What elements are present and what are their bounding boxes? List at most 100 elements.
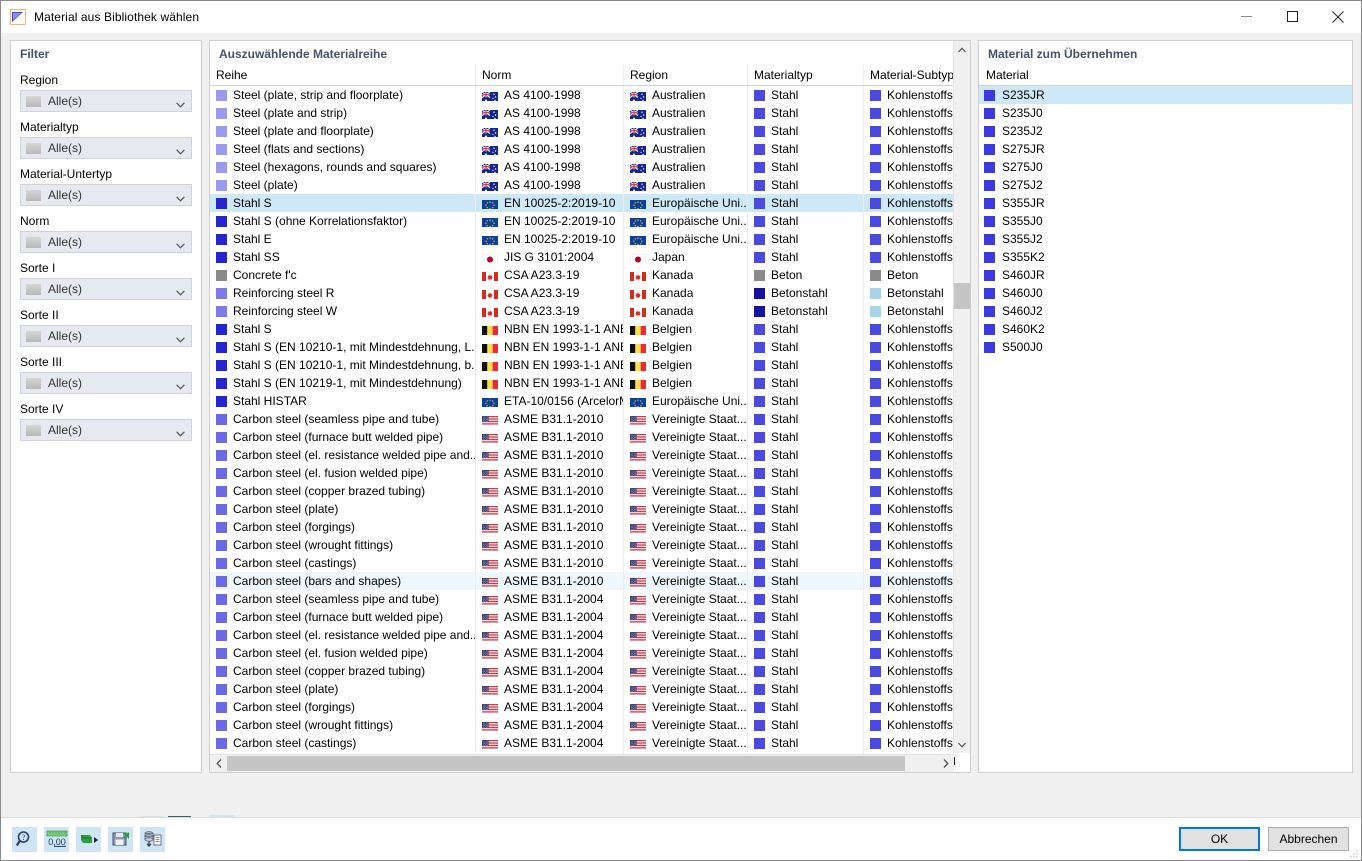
list-item[interactable]: S460JR bbox=[979, 266, 1352, 284]
cell-text: Reinforcing steel W bbox=[233, 304, 338, 318]
ok-button[interactable]: OK bbox=[1179, 827, 1260, 851]
table-row[interactable]: Carbon steel (castings) ASME B31.1-2004 Ve… bbox=[210, 734, 970, 752]
table-row[interactable]: Carbon steel (wrought fittings) ASME B31.… bbox=[210, 716, 970, 734]
chevron-down-icon[interactable] bbox=[176, 332, 185, 343]
scroll-down-arrow[interactable] bbox=[954, 736, 970, 753]
minimize-button[interactable] bbox=[1223, 1, 1269, 32]
scroll-up-arrow[interactable] bbox=[954, 41, 970, 58]
table-row[interactable]: Concrete f'c CSA A23.3-19 Kanada Beton Beton bbox=[210, 266, 970, 284]
magnifier-info-icon[interactable]: ? bbox=[12, 826, 37, 852]
horizontal-scroll-thumb[interactable] bbox=[227, 756, 905, 771]
scroll-right-arrow[interactable] bbox=[937, 755, 954, 772]
table-row[interactable]: Steel (plate and strip) AS 4100-1998 Austr… bbox=[210, 104, 970, 122]
table-row[interactable]: Carbon steel (plate) ASME B31.1-2010 Verei… bbox=[210, 500, 970, 518]
list-item[interactable]: S275J0 bbox=[979, 158, 1352, 176]
table-row[interactable]: Reinforcing steel R CSA A23.3-19 Kanada Bet… bbox=[210, 284, 970, 302]
list-item[interactable]: S355K2 bbox=[979, 248, 1352, 266]
table-row[interactable]: Carbon steel (seamless pipe and tube) ASM… bbox=[210, 590, 970, 608]
cell-text: Kohlenstoffst bbox=[887, 232, 955, 246]
table-row[interactable]: Steel (plate and floorplate) AS 4100-1998… bbox=[210, 122, 970, 140]
numeric-format-icon[interactable]: 0,00 bbox=[44, 826, 69, 852]
list-item[interactable]: S355J2 bbox=[979, 230, 1352, 248]
list-item[interactable]: S460J2 bbox=[979, 302, 1352, 320]
filter-select-material-untertyp[interactable]: Alle(s) bbox=[20, 184, 192, 206]
table-vertical-scrollbar[interactable] bbox=[953, 41, 970, 753]
table-row[interactable]: Carbon steel (plate) ASME B31.1-2004 Verei… bbox=[210, 680, 970, 698]
table-row[interactable]: Carbon steel (castings) ASME B31.1-2010 Ve… bbox=[210, 554, 970, 572]
column-header-material-subtyp[interactable]: Material-Subtyp bbox=[864, 65, 956, 85]
filter-select-sorte-iii[interactable]: Alle(s) bbox=[20, 372, 192, 394]
list-item[interactable]: S275JR bbox=[979, 140, 1352, 158]
close-button[interactable] bbox=[1315, 1, 1361, 32]
table-row[interactable]: Carbon steel (forgings) ASME B31.1-2004 Ve… bbox=[210, 698, 970, 716]
table-row[interactable]: Carbon steel (forgings) ASME B31.1-2010 Ve… bbox=[210, 518, 970, 536]
filter-select-sorte-i[interactable]: Alle(s) bbox=[20, 278, 192, 300]
scroll-left-arrow[interactable] bbox=[210, 755, 227, 772]
list-item[interactable]: S235J0 bbox=[979, 104, 1352, 122]
cell-text: Kohlenstoffst bbox=[887, 682, 955, 696]
flag-ca-icon bbox=[482, 270, 498, 281]
chevron-down-icon[interactable] bbox=[176, 379, 185, 390]
table-row[interactable]: Stahl S (EN 10219-1, mit Mindestdehnung)… bbox=[210, 374, 970, 392]
table-row[interactable]: Steel (hexagons, rounds and squares) AS 4… bbox=[210, 158, 970, 176]
table-row[interactable]: Carbon steel (copper brazed tubing) ASME … bbox=[210, 482, 970, 500]
list-item[interactable]: S355JR bbox=[979, 194, 1352, 212]
column-header-materialtyp[interactable]: Materialtyp bbox=[748, 65, 864, 85]
cell-text: Kanada bbox=[652, 304, 694, 318]
list-item[interactable]: S235J2 bbox=[979, 122, 1352, 140]
table-row[interactable]: Carbon steel (wrought fittings) ASME B31.… bbox=[210, 536, 970, 554]
chevron-down-icon[interactable] bbox=[176, 285, 185, 296]
column-header-norm[interactable]: Norm bbox=[476, 65, 624, 85]
table-row[interactable]: Stahl HISTAR ETA-10/0156 (ArcelorM... Euro… bbox=[210, 392, 970, 410]
table-row[interactable]: Carbon steel (bars and shapes) ASME B31.1… bbox=[210, 572, 970, 590]
table-horizontal-scrollbar[interactable] bbox=[210, 754, 954, 772]
chevron-down-icon[interactable] bbox=[176, 191, 185, 202]
table-row[interactable]: Carbon steel (el. resistance welded pipe… bbox=[210, 626, 970, 644]
table-row[interactable]: Stahl S (ohne Korrelationsfaktor) EN 1002… bbox=[210, 212, 970, 230]
table-row[interactable]: Stahl S NBN EN 1993-1-1 ANB:... Belgien Sta… bbox=[210, 320, 970, 338]
filter-select-norm[interactable]: Alle(s) bbox=[20, 231, 192, 253]
table-row[interactable]: Stahl S (EN 10210-1, mit Mindestdehnung,… bbox=[210, 338, 970, 356]
table-row[interactable]: Stahl SS JIS G 3101:2004 Japan Stahl Kohlens… bbox=[210, 248, 970, 266]
table-row[interactable]: Carbon steel (furnace butt welded pipe) A… bbox=[210, 608, 970, 626]
column-header-reihe[interactable]: Reihe bbox=[210, 65, 476, 85]
chevron-down-icon[interactable] bbox=[176, 426, 185, 437]
table-row[interactable]: Reinforcing steel W CSA A23.3-19 Kanada Bet… bbox=[210, 302, 970, 320]
list-item[interactable]: S235JR bbox=[979, 86, 1352, 104]
filter-select-sorte-ii[interactable]: Alle(s) bbox=[20, 325, 192, 347]
cancel-button[interactable]: Abbrechen bbox=[1268, 827, 1349, 851]
list-item[interactable]: S460K2 bbox=[979, 320, 1352, 338]
chevron-down-icon[interactable] bbox=[176, 144, 185, 155]
list-item[interactable]: S460J0 bbox=[979, 284, 1352, 302]
table-row[interactable]: Carbon steel (copper brazed tubing) ASME … bbox=[210, 662, 970, 680]
list-item[interactable]: S275J2 bbox=[979, 176, 1352, 194]
save-library-icon[interactable] bbox=[108, 826, 133, 852]
table-row[interactable]: Carbon steel (seamless pipe and tube) ASM… bbox=[210, 410, 970, 428]
table-row[interactable]: Steel (flats and sections) AS 4100-1998 Au… bbox=[210, 140, 970, 158]
maximize-button[interactable] bbox=[1269, 1, 1315, 32]
table-cell: ASME B31.1-2004 bbox=[476, 716, 624, 734]
copy-document-icon[interactable] bbox=[140, 826, 165, 852]
table-row[interactable]: Steel (plate) AS 4100-1998 Australien Stahl… bbox=[210, 176, 970, 194]
filter-select-sorte-iv[interactable]: Alle(s) bbox=[20, 419, 192, 441]
resize-grip[interactable] bbox=[1348, 848, 1358, 858]
table-row[interactable]: Carbon steel (el. fusion welded pipe) ASM… bbox=[210, 464, 970, 482]
chevron-down-icon[interactable] bbox=[176, 238, 185, 249]
export-arrow-icon[interactable] bbox=[76, 826, 101, 852]
filter-select-materialtyp[interactable]: Alle(s) bbox=[20, 137, 192, 159]
table-row[interactable]: Steel (plate, strip and floorplate) AS 41… bbox=[210, 86, 970, 104]
cell-text: Belgien bbox=[652, 322, 693, 336]
table-row[interactable]: Stahl S EN 10025-2:2019-10 Europäische Uni… bbox=[210, 194, 970, 212]
vertical-scroll-thumb[interactable] bbox=[954, 283, 970, 309]
table-row[interactable]: Carbon steel (furnace butt welded pipe) A… bbox=[210, 428, 970, 446]
chevron-down-icon[interactable] bbox=[176, 97, 185, 108]
table-row[interactable]: Carbon steel (el. fusion welded pipe) ASM… bbox=[210, 644, 970, 662]
table-row[interactable]: Stahl E EN 10025-2:2019-10 Europäische Uni… bbox=[210, 230, 970, 248]
column-header-region[interactable]: Region bbox=[624, 65, 748, 85]
list-item[interactable]: S355J0 bbox=[979, 212, 1352, 230]
table-row[interactable]: Carbon steel (el. resistance welded pipe… bbox=[210, 446, 970, 464]
filter-select-region[interactable]: Alle(s) bbox=[20, 90, 192, 112]
table-row[interactable]: Stahl S (EN 10210-1, mit Mindestdehnung,… bbox=[210, 356, 970, 374]
list-item[interactable]: S500J0 bbox=[979, 338, 1352, 356]
table-cell: Belgien bbox=[624, 320, 748, 338]
